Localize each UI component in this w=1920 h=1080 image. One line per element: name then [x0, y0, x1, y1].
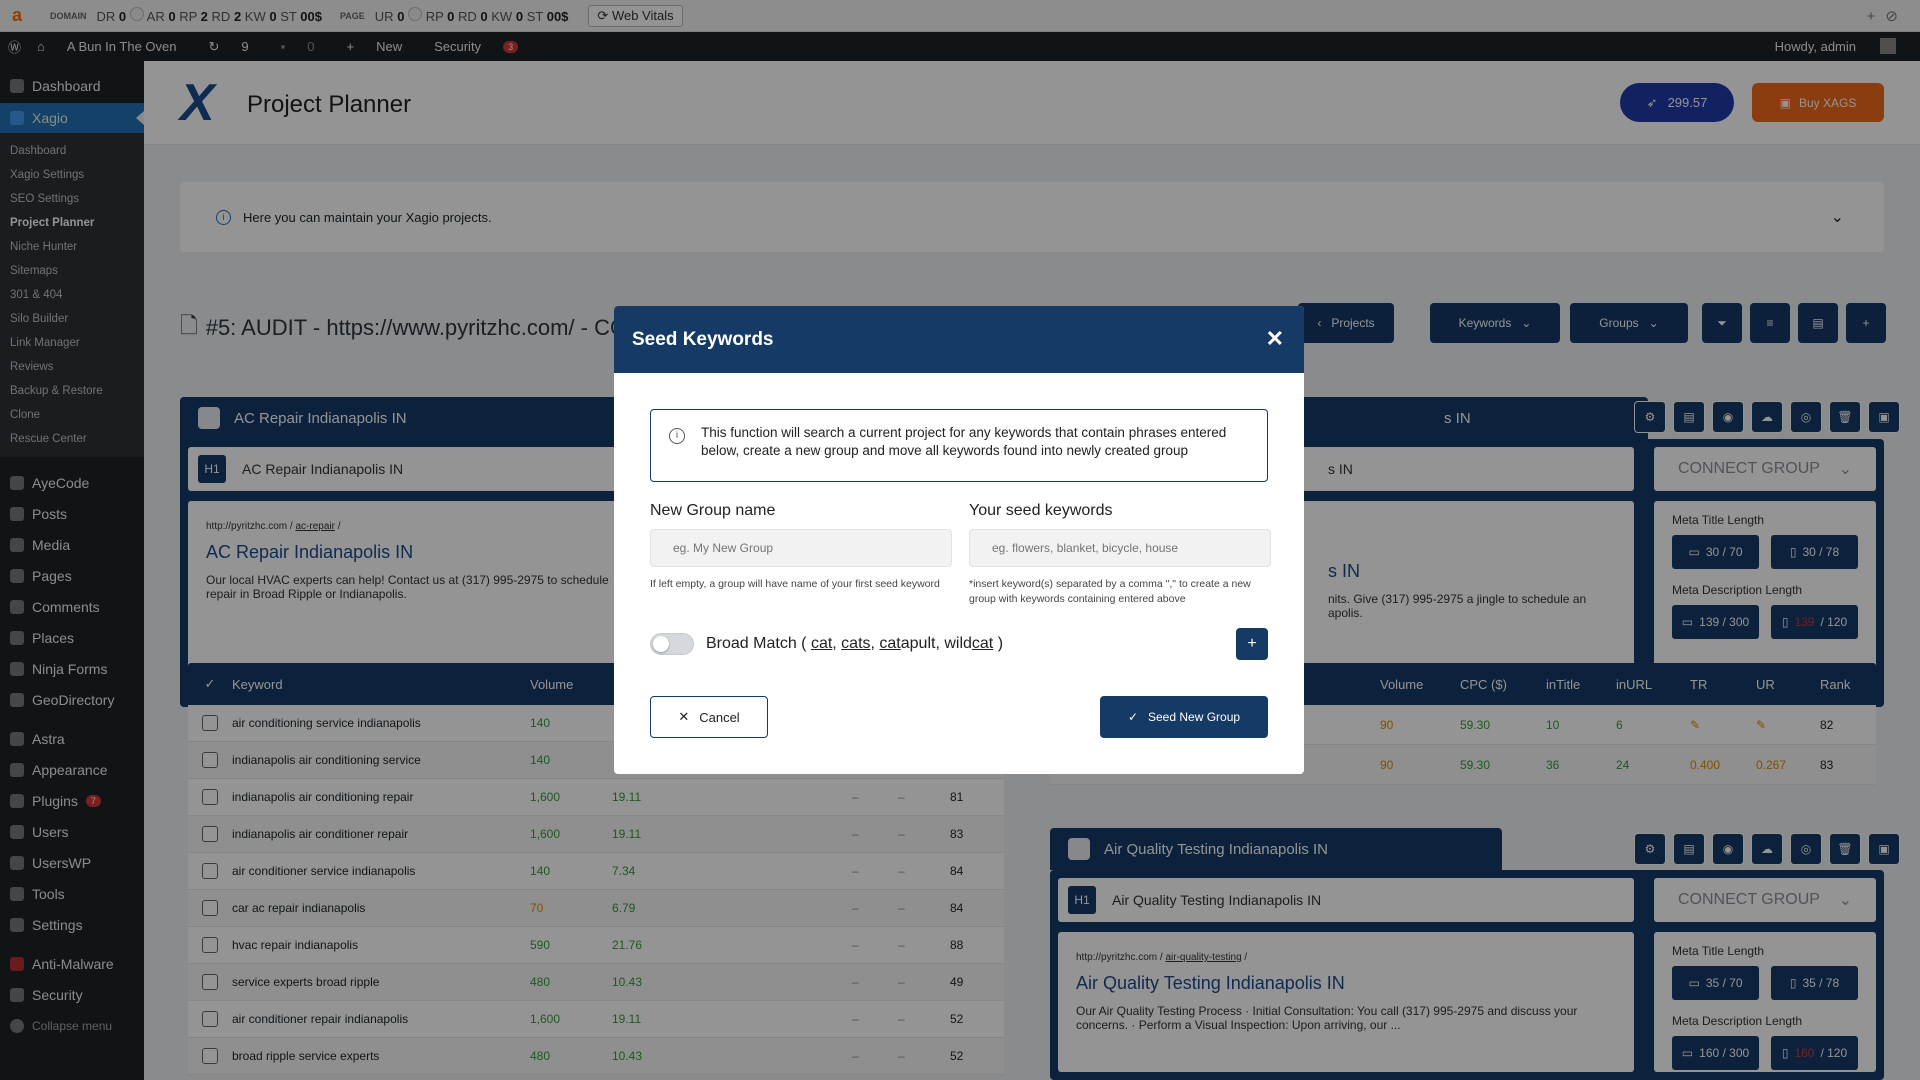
cancel-button[interactable]: ✕ Cancel	[650, 696, 768, 738]
add-seed-button[interactable]: +	[1236, 628, 1268, 660]
check-icon: ✓	[1127, 710, 1138, 724]
modal-info-box: i This function will search a current pr…	[650, 409, 1268, 482]
broad-match-toggle[interactable]	[650, 633, 694, 655]
close-icon[interactable]: ✕	[1266, 326, 1284, 352]
info-icon: i	[669, 428, 685, 444]
modal-title: Seed Keywords	[632, 328, 774, 350]
group-name-input[interactable]	[650, 529, 952, 567]
close-icon: ✕	[678, 709, 690, 724]
seed-new-group-button[interactable]: ✓ Seed New Group	[1100, 696, 1268, 738]
seed-keywords-input[interactable]	[969, 529, 1271, 567]
broad-match-label: Broad Match ( cat, cats, catapult, wildc…	[706, 635, 1004, 652]
seed-keywords-hint: *insert keyword(s) separated by a comma …	[969, 578, 1251, 605]
modal-header: Seed Keywords ✕	[614, 306, 1304, 373]
seed-keywords-label: Your seed keywords	[969, 502, 1113, 519]
plus-icon: +	[1247, 635, 1257, 652]
group-name-hint: If left empty, a group will have name of…	[650, 578, 940, 590]
group-name-label: New Group name	[650, 502, 776, 519]
seed-keywords-modal: Seed Keywords ✕ i This function will sea…	[614, 306, 1304, 774]
